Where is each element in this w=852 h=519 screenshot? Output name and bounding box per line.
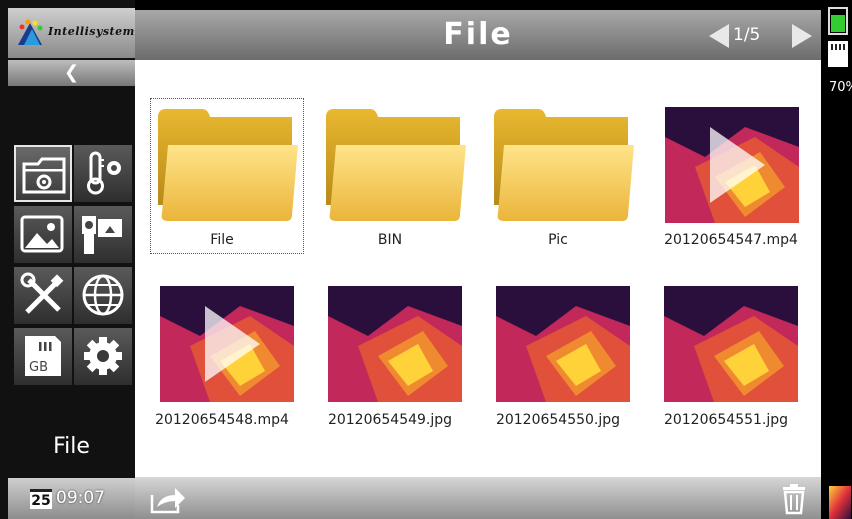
file-label: Pic (548, 232, 568, 248)
chevron-left-icon: ❮ (63, 62, 80, 83)
menu-storage-button[interactable]: GB (14, 328, 72, 385)
brand-logo: Intellisystem (8, 8, 135, 58)
thermal-video-thumbnail (665, 107, 799, 223)
video-camera-icon (82, 216, 122, 254)
logo-icon (18, 19, 43, 45)
prev-page-arrow-icon[interactable] (707, 23, 731, 49)
menu-temperature-settings-button[interactable] (74, 145, 132, 202)
next-page-arrow-icon[interactable] (790, 23, 814, 49)
file-label: BIN (377, 232, 403, 248)
file-label: 20120654550.jpg (495, 412, 621, 428)
file-item[interactable]: 20120654551.jpg (646, 260, 806, 440)
battery-icon (828, 7, 848, 35)
file-browser-grid: File BIN Pic 20120654547.mp4 20120654548… (135, 60, 821, 477)
svg-text:GB: GB (29, 360, 48, 375)
file-label: 20120654547.mp4 (664, 232, 798, 248)
menu-tools-button[interactable] (14, 267, 72, 324)
file-label: 20120654549.jpg (327, 412, 453, 428)
globe-icon (82, 274, 124, 316)
menu-settings-button[interactable] (74, 328, 132, 385)
color-palette-icon[interactable] (829, 486, 851, 519)
thermal-video-thumbnail (160, 286, 294, 402)
menu-gallery-button[interactable] (14, 206, 72, 263)
file-item[interactable]: File (142, 60, 304, 260)
file-label: 20120654551.jpg (663, 412, 789, 428)
page-indicator: 1/5 (733, 25, 761, 45)
thermal-image-thumbnail (496, 286, 630, 402)
share-icon[interactable] (149, 483, 187, 515)
brand-name: Intellisystem (48, 25, 135, 38)
folder-icon (158, 109, 298, 221)
memory-card-icon (828, 41, 848, 67)
file-item[interactable]: 20120654548.mp4 (142, 260, 302, 440)
gear-icon (84, 337, 122, 375)
clock-time: 09:07 (56, 488, 105, 508)
sd-card-icon: GB (25, 336, 61, 376)
file-label: File (210, 232, 234, 248)
status-bar (821, 0, 852, 519)
menu-file-settings-button[interactable] (14, 145, 72, 202)
tools-icon (20, 272, 64, 314)
menu-video-button[interactable] (74, 206, 132, 263)
sidebar-section-title: File (53, 434, 90, 459)
thermal-image-thumbnail (328, 286, 462, 402)
header-bar: File 1/5 (135, 10, 821, 60)
image-gallery-icon (20, 215, 64, 253)
calendar-day: 25 (30, 489, 52, 509)
file-item[interactable]: 20120654549.jpg (310, 260, 470, 440)
battery-percentage: 70% (829, 80, 852, 95)
footer-toolbar (135, 477, 821, 519)
folder-icon (326, 109, 466, 221)
file-item[interactable]: 20120654547.mp4 (651, 60, 811, 260)
file-item[interactable]: Pic (478, 60, 638, 260)
thermometer-settings-icon (87, 151, 121, 195)
file-folder-settings-icon (22, 157, 66, 194)
folder-icon (494, 109, 634, 221)
collapse-sidebar-button[interactable]: ❮ (8, 60, 135, 86)
thermal-image-thumbnail (664, 286, 798, 402)
file-item[interactable]: BIN (310, 60, 470, 260)
menu-language-button[interactable] (74, 267, 132, 324)
date-time-display: 25 09:07 (8, 478, 135, 519)
trash-icon[interactable] (781, 483, 807, 515)
file-item[interactable]: 20120654550.jpg (478, 260, 638, 440)
file-label: 20120654548.mp4 (155, 412, 289, 428)
